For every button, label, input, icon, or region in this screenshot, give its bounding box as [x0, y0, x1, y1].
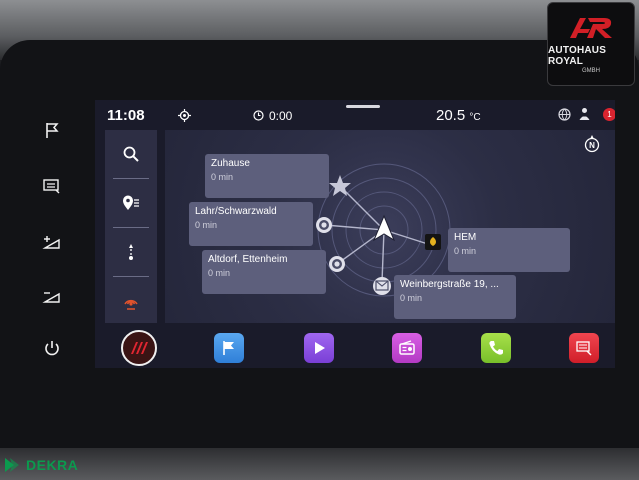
- power-icon: [45, 341, 59, 356]
- hardkey-power[interactable]: [36, 336, 68, 360]
- destination-card-altdorf[interactable]: Altdorf, Ettenheim 0 min: [202, 250, 326, 294]
- target-marker-icon-2: [329, 256, 345, 272]
- destination-card-lahr[interactable]: Lahr/Schwarzwald 0 min: [189, 202, 313, 246]
- navigation-app-button[interactable]: [214, 333, 244, 363]
- search-icon: [123, 146, 139, 162]
- destination-time: 0 min: [400, 293, 423, 303]
- car-menu-icon: [43, 179, 60, 194]
- destination-time: 0 min: [211, 172, 234, 182]
- phone-icon: [489, 341, 503, 355]
- dekra-text: DEKRA: [26, 457, 79, 473]
- notification-badge[interactable]: 1: [603, 108, 615, 121]
- destination-time: 0 min: [454, 246, 477, 256]
- car-app-button[interactable]: [569, 333, 599, 363]
- message-marker-icon: [373, 277, 391, 295]
- media-app-button[interactable]: [304, 333, 334, 363]
- destination-name: Lahr/Schwarzwald: [195, 206, 277, 217]
- timer-value: 0:00: [269, 109, 293, 123]
- dekra-mark-icon: [5, 458, 19, 472]
- home-logo-icon: [131, 342, 148, 354]
- outside-temperature: 20.5 °C: [436, 107, 481, 124]
- brightness-down-icon: [42, 292, 60, 303]
- temperature-unit: °C: [469, 112, 481, 123]
- poi-icon: [124, 299, 138, 310]
- destination-card-weinbergstrasse[interactable]: Weinbergstraße 19, ... 0 min: [394, 275, 516, 319]
- route-icon: [129, 244, 133, 260]
- hem-station-icon: [425, 234, 441, 250]
- destination-card-home[interactable]: Zuhause 0 min: [205, 154, 329, 198]
- profile-icon[interactable]: [578, 107, 591, 122]
- map-view[interactable]: N Zuhause 0 min Lahr/Schwarzwald 0 min A…: [165, 130, 615, 323]
- dealer-logo: AUTOHAUS ROYAL GMBH: [547, 2, 635, 86]
- destination-name: Zuhause: [211, 158, 250, 169]
- hardkey-brightness-down[interactable]: [36, 284, 68, 308]
- dealer-name: AUTOHAUS ROYAL: [548, 44, 607, 67]
- navigation-side-menu: [105, 130, 157, 323]
- hardkey-brightness-up[interactable]: [36, 230, 68, 254]
- compass-icon[interactable]: N: [583, 135, 601, 153]
- destination-name: Weinbergstraße 19, ...: [400, 279, 499, 290]
- radio-app-button[interactable]: [392, 333, 422, 363]
- home-button[interactable]: [121, 330, 157, 366]
- flag-icon: [223, 341, 234, 355]
- poi-button[interactable]: [105, 277, 157, 325]
- timer-icon: [253, 110, 264, 121]
- dealer-mark-icon: [570, 17, 612, 38]
- hardkey-car-menu[interactable]: [36, 174, 68, 198]
- destinations-button[interactable]: [105, 179, 157, 227]
- clock: 11:08: [107, 107, 145, 124]
- gps-icon: [178, 109, 191, 122]
- flag-icon: [46, 123, 59, 138]
- dealer-subtitle: GMBH: [582, 67, 600, 74]
- globe-icon[interactable]: [558, 108, 571, 121]
- play-icon: [315, 342, 325, 354]
- destination-time: 0 min: [208, 268, 231, 278]
- status-bar: 11:08 0:00 20.5 °C 1: [95, 100, 615, 130]
- destination-name: HEM: [454, 232, 477, 243]
- dekra-logo: DEKRA: [4, 456, 78, 474]
- pin-list-icon: [123, 195, 139, 210]
- car-menu-icon: [576, 341, 592, 356]
- pull-down-handle[interactable]: [346, 105, 380, 108]
- destination-time: 0 min: [195, 220, 218, 230]
- hardkey-navigation[interactable]: [36, 118, 68, 142]
- destination-name: Altdorf, Ettenheim: [208, 254, 288, 265]
- app-dock: [95, 330, 615, 368]
- destination-card-hem[interactable]: HEM 0 min: [448, 228, 570, 272]
- temperature-value: 20.5: [436, 107, 466, 124]
- search-button[interactable]: [105, 130, 157, 178]
- infotainment-screen: 11:08 0:00 20.5 °C 1 N Zuhause 0 min Lah…: [95, 100, 615, 368]
- brightness-up-icon: [42, 236, 60, 249]
- svg-text:N: N: [589, 141, 595, 150]
- radio-icon: [399, 340, 415, 355]
- target-marker-icon-1: [316, 217, 332, 233]
- phone-app-button[interactable]: [481, 333, 511, 363]
- route-button[interactable]: [105, 228, 157, 276]
- dashboard-bottom-trim: [0, 448, 639, 480]
